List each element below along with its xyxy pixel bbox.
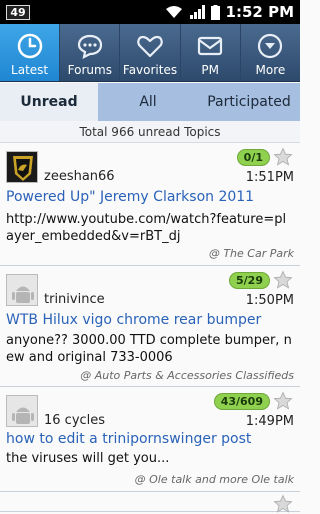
- avatar: [6, 395, 38, 427]
- tab-latest[interactable]: Latest: [0, 24, 61, 81]
- filter-unread[interactable]: Unread: [0, 83, 98, 121]
- topic-title[interactable]: Powered Up" Jeremy Clarkson 2011: [6, 189, 296, 205]
- topic-item[interactable]: zeeshan66 0/1 1:51PM Powered Up" Jeremy …: [0, 143, 300, 266]
- tab-label: Latest: [11, 63, 49, 77]
- battery-icon: [210, 4, 220, 20]
- avatar: [6, 274, 38, 306]
- star-icon[interactable]: [273, 494, 293, 514]
- signal-icon: [189, 5, 205, 19]
- wifi-icon: [165, 6, 182, 18]
- default-avatar-icon: [7, 275, 37, 305]
- envelope-icon: [198, 36, 223, 56]
- topic-time: 1:51PM: [245, 170, 294, 185]
- clock-time: 1:52 PM: [225, 3, 294, 21]
- lamborghini-logo-icon: [7, 152, 37, 182]
- tab-label: More: [255, 63, 286, 77]
- status-icons: 1:52 PM: [165, 0, 294, 24]
- topic-filter: Unread All Participated: [0, 83, 300, 121]
- filter-all[interactable]: All: [98, 83, 198, 121]
- default-avatar-icon: [7, 396, 37, 426]
- tab-label: Favorites: [122, 63, 178, 77]
- topic-preview: http://www.youtube.com/watch?feature=pla…: [6, 212, 287, 244]
- notification-badge: 49: [6, 5, 30, 20]
- tab-more[interactable]: More: [241, 24, 300, 81]
- topic-forum: @ Ole talk and more Ole talk: [134, 473, 294, 486]
- tab-label: Forums: [67, 63, 112, 77]
- reply-count-badge: 43/609: [213, 393, 270, 410]
- topic-author: trinivince: [44, 292, 105, 307]
- topic-item-partial[interactable]: [0, 492, 300, 514]
- topic-author: 16 cycles: [44, 413, 106, 428]
- topic-list: zeeshan66 0/1 1:51PM Powered Up" Jeremy …: [0, 143, 300, 513]
- avatar: [6, 151, 38, 183]
- topic-title[interactable]: how to edit a trinipornswinger post: [6, 431, 296, 447]
- topic-preview: the viruses will get you...: [6, 451, 170, 466]
- chat-bubble-icon: [77, 34, 102, 59]
- reply-count-badge: 5/29: [229, 272, 270, 289]
- star-icon[interactable]: [273, 391, 293, 411]
- topic-time: 1:50PM: [245, 293, 294, 308]
- topic-item[interactable]: trinivince 5/29 1:50PM WTB Hilux vigo ch…: [0, 266, 300, 387]
- topic-forum: @ The Car Park: [208, 247, 294, 260]
- filter-participated[interactable]: Participated: [198, 83, 300, 121]
- status-bar: 49 1:52 PM: [0, 0, 300, 24]
- unread-total: Total 966 unread Topics: [0, 121, 300, 143]
- topic-author: zeeshan66: [44, 169, 115, 184]
- tab-bar: Latest Forums Favorites PM More: [0, 24, 300, 82]
- tab-label: PM: [201, 63, 219, 77]
- topic-forum: @ Auto Parts & Accessories Classifieds: [80, 369, 294, 382]
- tab-pm[interactable]: PM: [181, 24, 241, 81]
- clock-icon: [17, 33, 42, 59]
- tab-forums[interactable]: Forums: [60, 24, 121, 81]
- topic-time: 1:49PM: [245, 414, 294, 429]
- reply-count-badge: 0/1: [236, 149, 270, 166]
- topic-preview: anyone?? 3000.00 TTD complete bumper, ne…: [6, 333, 292, 365]
- heart-icon: [137, 35, 163, 58]
- chevron-down-circle-icon: [258, 33, 283, 59]
- tab-favorites[interactable]: Favorites: [120, 24, 181, 81]
- topic-item[interactable]: 16 cycles 43/609 1:49PM how to edit a tr…: [0, 387, 300, 492]
- star-icon[interactable]: [273, 270, 293, 290]
- topic-title[interactable]: WTB Hilux vigo chrome rear bumper: [6, 312, 296, 328]
- star-icon[interactable]: [273, 147, 293, 167]
